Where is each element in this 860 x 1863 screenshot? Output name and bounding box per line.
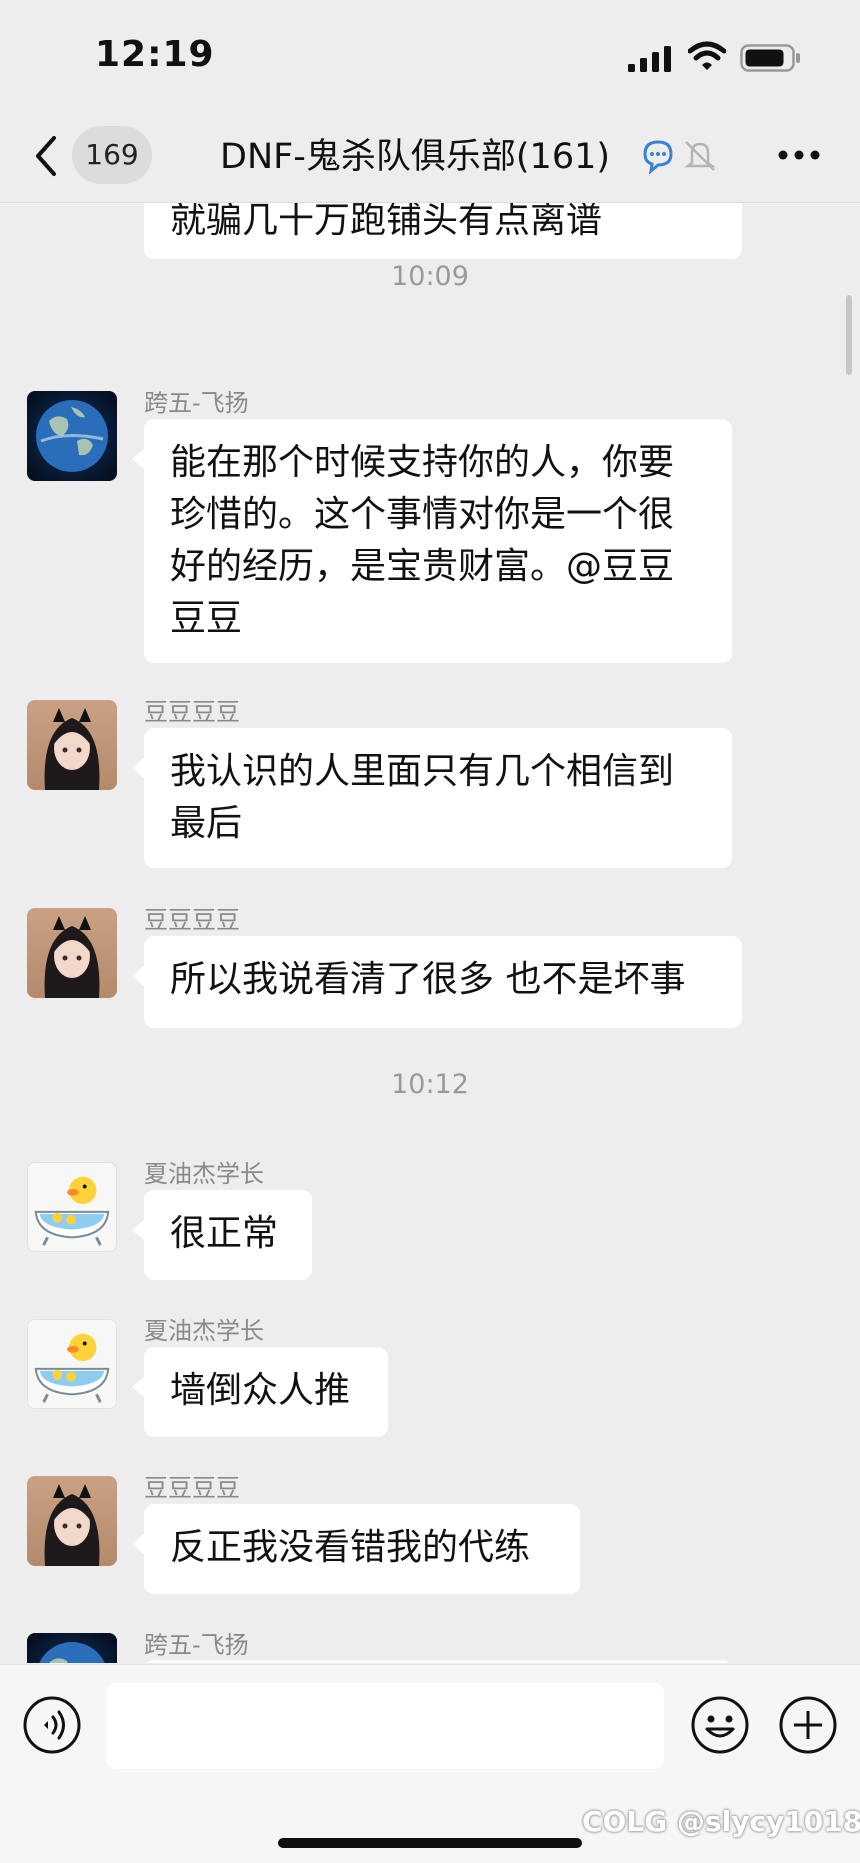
message-bubble[interactable] xyxy=(144,1660,732,1663)
input-bar: COLG @slycy1018 xyxy=(0,1664,860,1863)
girl-avatar[interactable] xyxy=(27,700,117,790)
girl-image xyxy=(44,916,100,998)
scrollbar[interactable] xyxy=(846,295,852,375)
watermark: COLG @slycy1018 xyxy=(582,1805,860,1838)
message-bubble[interactable]: 反正我没看错我的代练 xyxy=(132,1504,580,1594)
emoji-icon[interactable] xyxy=(690,1695,750,1755)
chat-message-list[interactable]: 就骗几十万跑铺头有点离谱 10:09 跨五-飞扬 能在那个时候支持你的人，你要珍… xyxy=(0,203,860,1663)
sender-name: 跨五-飞扬 xyxy=(144,1631,249,1659)
chat-header: 169 DNF-鬼杀队俱乐部(161) xyxy=(0,110,860,203)
sender-name: 豆豆豆豆 xyxy=(144,698,240,726)
more-icon[interactable] xyxy=(775,140,823,170)
time-separator: 10:12 xyxy=(391,1069,469,1100)
back-icon[interactable] xyxy=(30,134,64,178)
chat-bubble-icon xyxy=(643,140,673,174)
duck-bath-image xyxy=(34,1333,110,1403)
battery-icon xyxy=(740,44,800,72)
girl-image xyxy=(44,1484,100,1566)
duck-avatar[interactable] xyxy=(27,1162,117,1252)
message-bubble[interactable]: 墙倒众人推 xyxy=(132,1347,388,1437)
message-text: 很正常 xyxy=(170,1213,279,1254)
sender-name: 夏油杰学长 xyxy=(144,1160,264,1188)
duck-bath-image xyxy=(34,1176,110,1246)
unread-count-badge[interactable]: 169 xyxy=(72,126,152,184)
sender-name: 跨五-飞扬 xyxy=(144,389,249,417)
message-text: 就骗几十万跑铺头有点离谱 xyxy=(170,203,603,241)
earth-image xyxy=(36,400,108,472)
girl-avatar[interactable] xyxy=(27,908,117,998)
plus-icon[interactable] xyxy=(778,1695,838,1755)
message-text: 所以我说看清了很多 也不是坏事 xyxy=(170,959,686,1000)
duck-avatar[interactable] xyxy=(27,1319,117,1409)
girl-avatar[interactable] xyxy=(27,1476,117,1566)
time-separator: 10:09 xyxy=(391,261,469,292)
earth-avatar[interactable] xyxy=(27,1633,117,1663)
earth-avatar[interactable] xyxy=(27,391,117,481)
title-status-icons xyxy=(643,140,716,174)
message-text: 墙倒众人推 xyxy=(170,1370,351,1411)
earth-image xyxy=(39,1642,105,1663)
message-bubble[interactable]: 所以我说看清了很多 也不是坏事 xyxy=(132,936,742,1028)
status-time: 12:19 xyxy=(95,34,215,75)
chat-title: DNF-鬼杀队俱乐部(161) xyxy=(220,137,611,177)
message-text: 能在那个时候支持你的人，你要珍惜的。这个事情对你是一个很好的经历，是宝贵财富。@… xyxy=(170,442,675,639)
wifi-icon xyxy=(688,41,726,70)
message-text: 反正我没看错我的代练 xyxy=(170,1527,531,1568)
signal-icon xyxy=(628,46,671,72)
message-bubble[interactable]: 能在那个时候支持你的人，你要珍惜的。这个事情对你是一个很好的经历，是宝贵财富。@… xyxy=(132,419,732,663)
sender-name: 豆豆豆豆 xyxy=(144,1474,240,1502)
mute-bell-icon xyxy=(684,141,716,171)
sender-name: 夏油杰学长 xyxy=(144,1317,264,1345)
message-bubble[interactable]: 很正常 xyxy=(132,1190,312,1280)
voice-icon[interactable] xyxy=(22,1695,82,1755)
status-bar: 12:19 xyxy=(0,0,860,110)
sender-name: 豆豆豆豆 xyxy=(144,906,240,934)
message-bubble[interactable]: 我认识的人里面只有几个相信到最后 xyxy=(132,728,732,868)
message-bubble[interactable]: 就骗几十万跑铺头有点离谱 xyxy=(144,203,742,259)
message-text: 我认识的人里面只有几个相信到最后 xyxy=(170,751,675,844)
home-indicator[interactable] xyxy=(278,1838,582,1848)
girl-image xyxy=(44,708,100,790)
message-input[interactable] xyxy=(106,1683,664,1769)
